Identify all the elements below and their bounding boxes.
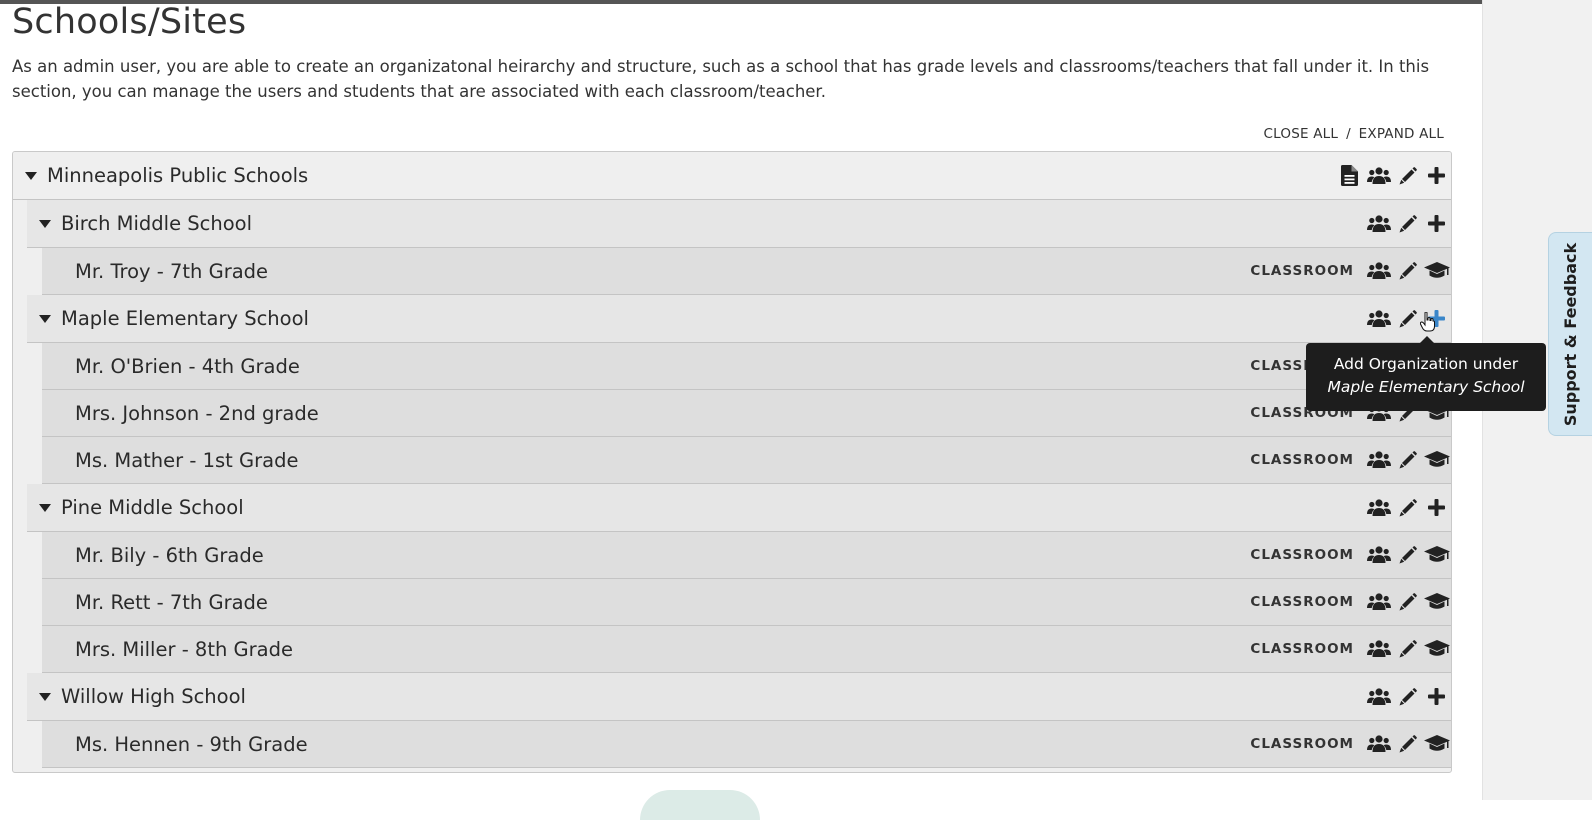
- graduation-cap-icon[interactable]: [1422, 446, 1451, 474]
- tree-controls: CLOSE ALL / EXPAND ALL: [1264, 126, 1444, 142]
- pencil-icon[interactable]: [1393, 446, 1422, 474]
- users-icon[interactable]: [1364, 683, 1393, 711]
- row-label: Mrs. Johnson - 2nd grade: [75, 401, 319, 425]
- row-label: Ms. Mather - 1st Grade: [75, 448, 299, 472]
- plus-icon[interactable]: [1422, 210, 1451, 238]
- close-all-link[interactable]: CLOSE ALL: [1264, 126, 1339, 142]
- plus-icon[interactable]: [1422, 494, 1451, 522]
- row-actions: CLASSROOM: [1250, 721, 1451, 767]
- users-icon[interactable]: [1364, 494, 1393, 522]
- tooltip-line1: Add Organization under: [1333, 355, 1519, 373]
- support-feedback-label: Support & Feedback: [1561, 242, 1581, 426]
- graduation-cap-icon[interactable]: [1422, 588, 1451, 616]
- pencil-icon[interactable]: [1393, 635, 1422, 663]
- pencil-icon[interactable]: [1393, 730, 1422, 758]
- classroom-badge: CLASSROOM: [1250, 736, 1354, 752]
- decorative-shape: [640, 790, 760, 820]
- users-icon[interactable]: [1364, 635, 1393, 663]
- row-actions: [1364, 673, 1451, 720]
- row-actions: CLASSROOM: [1250, 437, 1451, 483]
- classroom-badge: CLASSROOM: [1250, 452, 1354, 468]
- row-actions: [1335, 152, 1451, 199]
- row-actions: CLASSROOM: [1250, 626, 1451, 672]
- row-label: Ms. Hennen - 9th Grade: [75, 732, 308, 756]
- tree-row-classroom[interactable]: Mrs. Johnson - 2nd grade CLASSROOM: [42, 390, 1451, 437]
- row-actions: [1364, 484, 1451, 531]
- row-actions: CLASSROOM: [1250, 248, 1451, 294]
- classroom-badge: CLASSROOM: [1250, 547, 1354, 563]
- row-actions: CLASSROOM: [1250, 579, 1451, 625]
- document-icon[interactable]: [1335, 162, 1364, 190]
- page-title: Schools/Sites: [12, 2, 247, 42]
- tree-row-classroom[interactable]: Mr. Troy - 7th Grade CLASSROOM: [42, 248, 1451, 295]
- plus-icon[interactable]: [1422, 162, 1451, 190]
- users-icon[interactable]: [1364, 305, 1393, 333]
- graduation-cap-icon[interactable]: [1422, 541, 1451, 569]
- row-actions: [1364, 295, 1451, 342]
- pencil-icon[interactable]: [1393, 588, 1422, 616]
- tree-row-classroom[interactable]: Mrs. Miller - 8th Grade CLASSROOM: [42, 626, 1451, 673]
- add-organization-tooltip: Add Organization under Maple Elementary …: [1306, 336, 1546, 411]
- expand-all-link[interactable]: EXPAND ALL: [1359, 126, 1444, 142]
- users-icon[interactable]: [1364, 588, 1393, 616]
- caret-down-icon[interactable]: [39, 219, 51, 228]
- users-icon[interactable]: [1364, 541, 1393, 569]
- support-feedback-tab[interactable]: Support & Feedback: [1548, 232, 1592, 436]
- tree-row-pine-middle-school[interactable]: Pine Middle School: [27, 484, 1451, 532]
- row-label: Birch Middle School: [61, 212, 253, 235]
- pencil-icon[interactable]: [1393, 541, 1422, 569]
- tree-row-maple-elementary-school[interactable]: Maple Elementary School: [27, 295, 1451, 343]
- users-icon[interactable]: [1364, 210, 1393, 238]
- organization-tree: Minneapolis Public Schools Birch Middle …: [12, 151, 1452, 773]
- tooltip-line2: Maple Elementary School: [1327, 378, 1525, 396]
- row-label: Willow High School: [61, 685, 246, 708]
- classroom-badge: CLASSROOM: [1250, 594, 1354, 610]
- caret-down-icon[interactable]: [39, 314, 51, 323]
- pencil-icon[interactable]: [1393, 162, 1422, 190]
- plus-icon[interactable]: [1422, 683, 1451, 711]
- users-icon[interactable]: [1364, 257, 1393, 285]
- graduation-cap-icon[interactable]: [1422, 635, 1451, 663]
- row-label: Minneapolis Public Schools: [47, 164, 309, 187]
- caret-down-icon[interactable]: [39, 692, 51, 701]
- tree-row-classroom[interactable]: Mr. Bily - 6th Grade CLASSROOM: [42, 532, 1451, 579]
- row-label: Mr. Bily - 6th Grade: [75, 543, 264, 567]
- tree-row-classroom[interactable]: Mr. O'Brien - 4th Grade CLASSROOM: [42, 343, 1451, 390]
- row-label: Maple Elementary School: [61, 307, 309, 330]
- classroom-badge: CLASSROOM: [1250, 641, 1354, 657]
- row-label: Mr. O'Brien - 4th Grade: [75, 354, 300, 378]
- tree-row-classroom[interactable]: Ms. Hennen - 9th Grade CLASSROOM: [42, 721, 1451, 768]
- tree-row-willow-high-school[interactable]: Willow High School: [27, 673, 1451, 721]
- tree-row-minneapolis-public-schools[interactable]: Minneapolis Public Schools: [13, 152, 1451, 200]
- users-icon[interactable]: [1364, 730, 1393, 758]
- users-icon[interactable]: [1364, 162, 1393, 190]
- row-actions: [1364, 200, 1451, 247]
- row-label: Pine Middle School: [61, 496, 244, 519]
- main-content: Schools/Sites As an admin user, you are …: [0, 0, 1482, 800]
- pencil-icon[interactable]: [1393, 210, 1422, 238]
- tree-row-birch-middle-school[interactable]: Birch Middle School: [27, 200, 1451, 248]
- tree-row-classroom[interactable]: Mr. Rett - 7th Grade CLASSROOM: [42, 579, 1451, 626]
- classroom-badge: CLASSROOM: [1250, 263, 1354, 279]
- pencil-icon[interactable]: [1393, 257, 1422, 285]
- graduation-cap-icon[interactable]: [1422, 257, 1451, 285]
- row-label: Mrs. Miller - 8th Grade: [75, 637, 293, 661]
- tree-row-classroom[interactable]: Ms. Mather - 1st Grade CLASSROOM: [42, 437, 1451, 484]
- row-actions: CLASSROOM: [1250, 532, 1451, 578]
- caret-down-icon[interactable]: [25, 171, 37, 180]
- intro-text: As an admin user, you are able to create…: [12, 57, 1430, 101]
- row-label: Mr. Rett - 7th Grade: [75, 590, 268, 614]
- pencil-icon[interactable]: [1393, 494, 1422, 522]
- row-label: Mr. Troy - 7th Grade: [75, 259, 269, 283]
- users-icon[interactable]: [1364, 446, 1393, 474]
- controls-separator: /: [1346, 126, 1351, 142]
- pencil-icon[interactable]: [1393, 683, 1422, 711]
- caret-down-icon[interactable]: [39, 503, 51, 512]
- pencil-icon[interactable]: [1393, 305, 1422, 333]
- graduation-cap-icon[interactable]: [1422, 730, 1451, 758]
- hand-pointer-icon: [1419, 311, 1436, 336]
